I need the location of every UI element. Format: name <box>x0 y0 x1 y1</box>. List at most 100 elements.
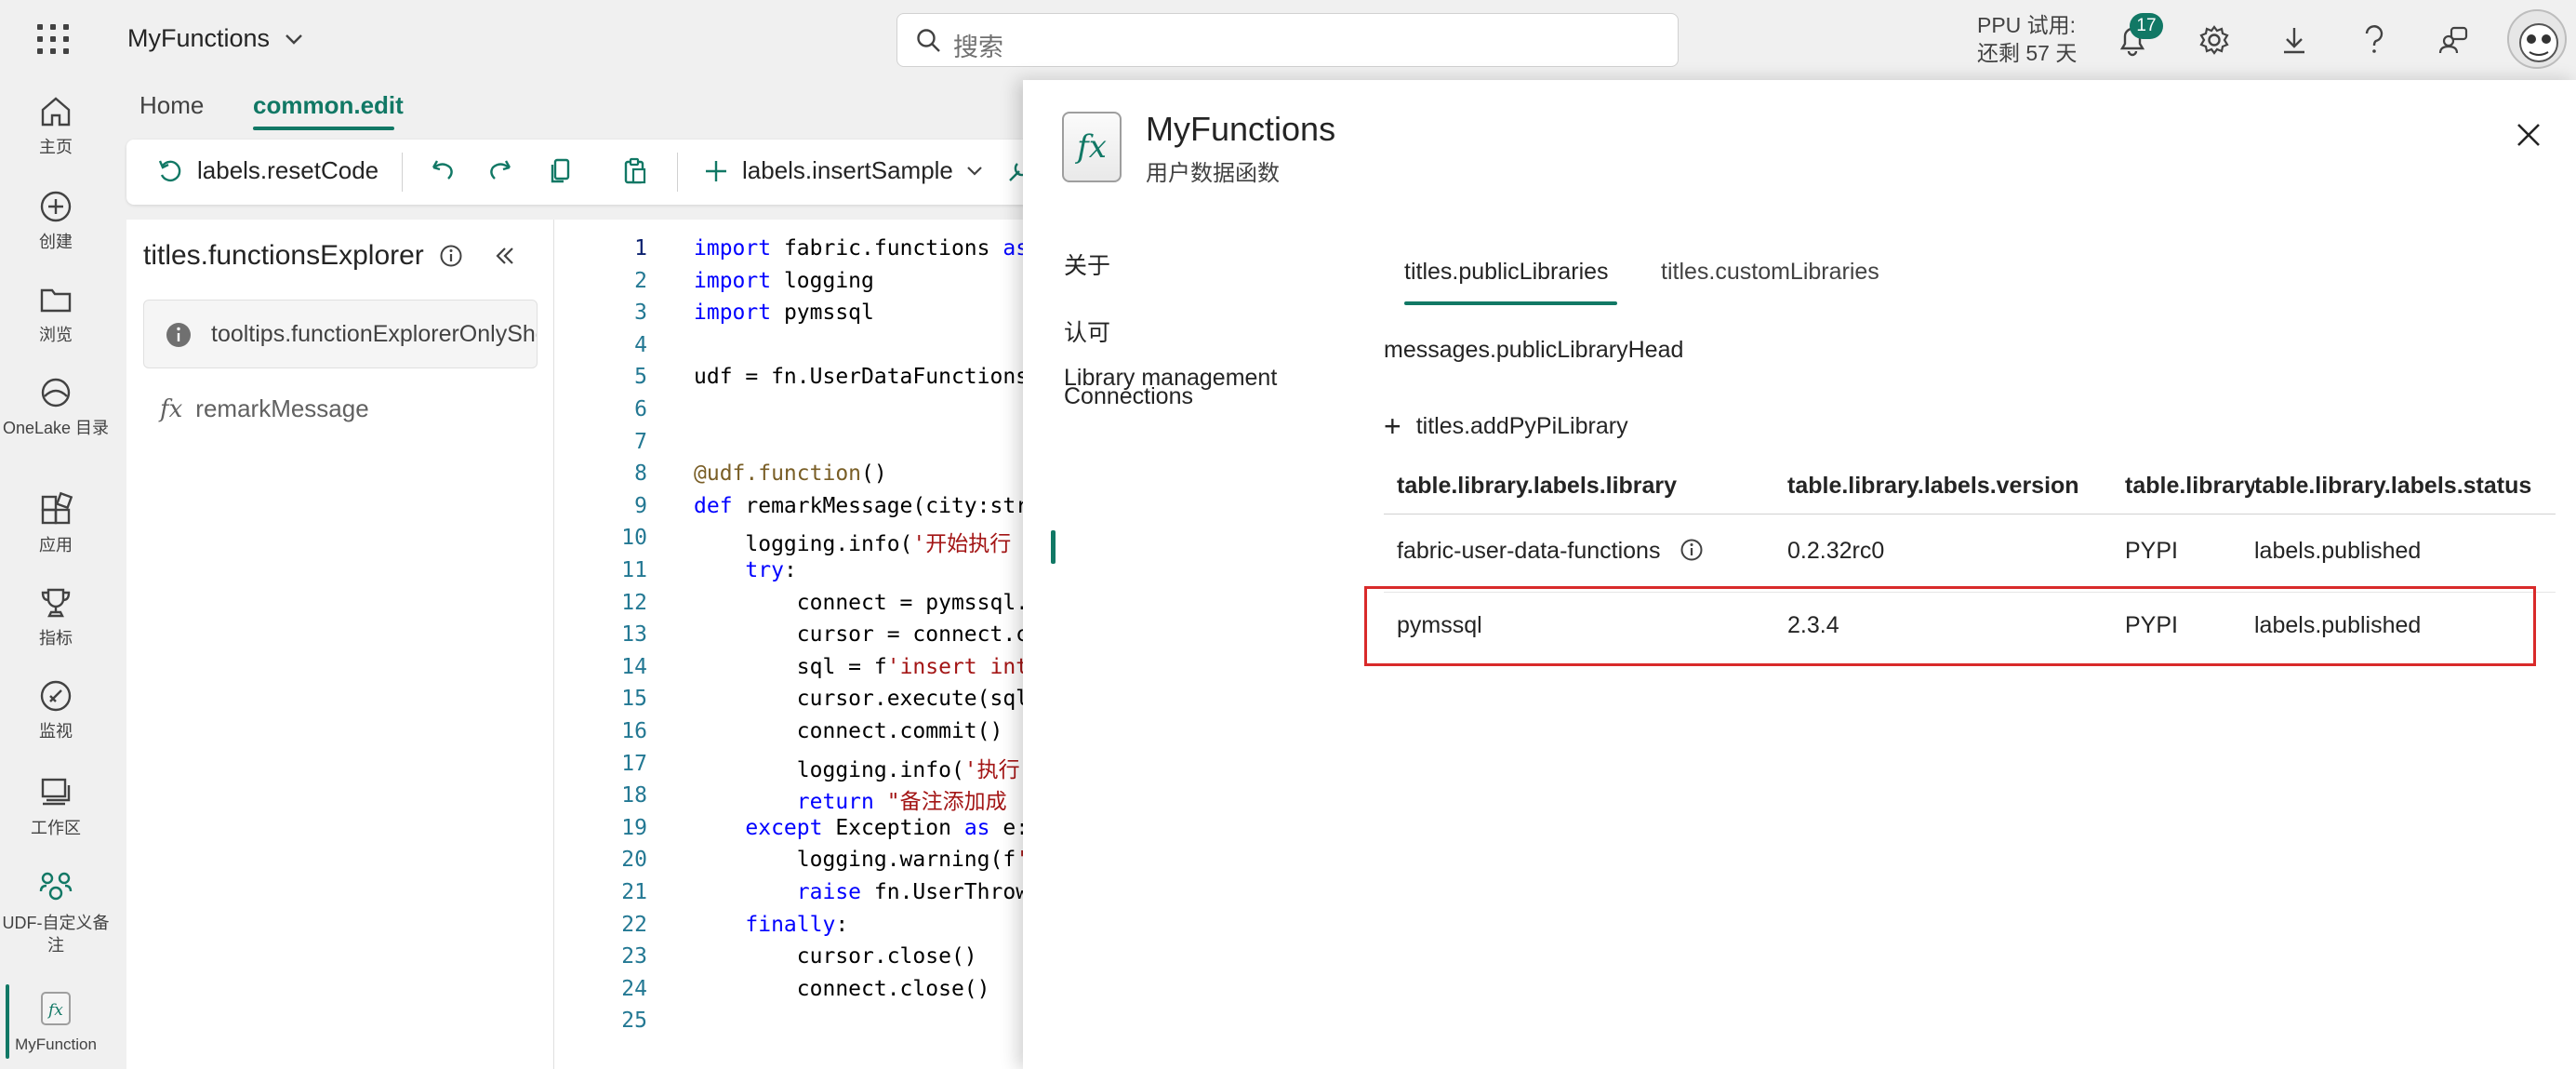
help-icon[interactable] <box>2355 20 2394 60</box>
line-number: 6 <box>634 397 647 421</box>
panel-subtitle: 用户数据函数 <box>1146 161 1280 186</box>
code-editor[interactable]: 1 import fabric.functions as 2 import loggi… <box>554 220 1023 1069</box>
code-line[interactable]: 12 connect = pymssql. <box>554 591 1023 622</box>
redo-button[interactable] <box>487 156 515 184</box>
download-icon[interactable] <box>2275 20 2314 60</box>
code-line[interactable]: 2 import logging <box>554 269 1023 301</box>
code-line[interactable]: 13 cursor = connect.c <box>554 622 1023 654</box>
code-line[interactable]: 24 connect.close() <box>554 977 1023 1009</box>
code-line[interactable]: 17 logging.info('执行 <box>554 752 1023 783</box>
code-line[interactable]: 7 <box>554 430 1023 461</box>
code-line[interactable]: 3 import pymssql <box>554 301 1023 332</box>
column-header-status[interactable]: table.library.labels.status <box>2254 473 2532 500</box>
code-text: return "备注添加成 <box>796 790 1007 815</box>
code-line[interactable]: 1 import fabric.functions as <box>554 236 1023 268</box>
rail-workspaces[interactable]: 工作区 <box>0 774 112 839</box>
undo-button[interactable] <box>428 156 456 184</box>
rail-myfunction[interactable]: fx MyFunction <box>0 990 112 1056</box>
column-header-source[interactable]: table.library.labels.source <box>2125 473 2255 500</box>
tab-public-libraries[interactable]: titles.publicLibraries <box>1404 259 1609 286</box>
code-line[interactable]: 5 udf = fn.UserDataFunctions <box>554 365 1023 396</box>
rail-label: OneLake 目录 <box>2 419 110 437</box>
share-icon[interactable] <box>2435 20 2474 60</box>
highlight-box <box>1364 586 2536 666</box>
insert-sample-button[interactable]: labels.insertSample <box>703 156 983 185</box>
rail-onelake[interactable]: OneLake 目录 <box>0 374 112 439</box>
nav-active-indicator <box>1051 530 1056 564</box>
code-line[interactable]: 4 <box>554 333 1023 365</box>
code-line[interactable]: 8 @udf.function() <box>554 461 1023 493</box>
rail-home[interactable]: 主页 <box>0 93 112 158</box>
function-item[interactable]: fx remarkMessage <box>160 394 369 423</box>
tab-home[interactable]: Home <box>139 91 204 120</box>
close-icon[interactable] <box>2515 121 2543 154</box>
code-line[interactable]: 19 except Exception as e: <box>554 816 1023 848</box>
code-text: raise fn.UserThrow <box>796 880 1023 904</box>
rail-label: 主页 <box>39 138 73 156</box>
collapse-icon[interactable] <box>494 246 516 266</box>
reset-code-button[interactable]: labels.resetCode <box>156 156 378 185</box>
code-text: connect = pymssql. <box>694 590 1023 615</box>
code-line[interactable]: 15 cursor.execute(sql <box>554 687 1023 718</box>
info-icon[interactable] <box>439 244 463 268</box>
code-line[interactable]: 11 try: <box>554 558 1023 590</box>
rail-label: MyFunction <box>15 1036 97 1053</box>
nav-endorsement[interactable]: 认可 <box>1064 314 1110 348</box>
line-number: 22 <box>621 912 647 937</box>
rail-apps[interactable]: 应用 <box>0 491 112 556</box>
public-library-message: messages.publicLibraryHead <box>1384 337 1684 363</box>
line-number: 13 <box>621 622 647 648</box>
top-bar: MyFunctions 搜索 PPU 试用: 还剩 57 天 17 <box>0 0 2576 80</box>
copy-button[interactable] <box>547 156 575 184</box>
function-settings-panel: fx MyFunctions 用户数据函数 关于 认可 Connections … <box>1023 80 2576 1069</box>
waffle-icon[interactable] <box>37 24 74 56</box>
add-pypi-library-button[interactable]: + titles.addPyPiLibrary <box>1384 409 1629 444</box>
tab-edit-underline <box>253 127 394 130</box>
gear-icon[interactable] <box>2195 20 2234 60</box>
code-line[interactable]: 10 logging.info('开始执行 <box>554 526 1023 557</box>
trial-status[interactable]: PPU 试用: 还剩 57 天 <box>1977 11 2077 67</box>
code-line[interactable]: 18 return "备注添加成 <box>554 783 1023 815</box>
code-line[interactable]: 23 cursor.close() <box>554 944 1023 976</box>
workspace-switcher[interactable]: MyFunctions <box>127 24 303 53</box>
line-number: 9 <box>634 493 647 518</box>
column-header-version[interactable]: table.library.labels.version <box>1787 473 2079 500</box>
code-line[interactable]: 14 sql = f'insert int <box>554 655 1023 687</box>
folder-icon <box>40 288 72 313</box>
rail-create[interactable]: 创建 <box>0 188 112 253</box>
code-line[interactable]: 16 connect.commit() <box>554 719 1023 751</box>
code-text: connect.commit() <box>694 719 1003 743</box>
rail-monitor[interactable]: 监视 <box>0 677 112 742</box>
info-icon[interactable] <box>1680 538 1704 562</box>
rail-metrics[interactable]: 指标 <box>0 584 112 649</box>
rail-browse[interactable]: 浏览 <box>0 281 112 346</box>
function-icon: fx <box>41 992 71 1025</box>
create-icon <box>40 191 72 222</box>
code-line[interactable]: 22 finally: <box>554 913 1023 944</box>
code-line[interactable]: 6 <box>554 397 1023 429</box>
trial-label: PPU 试用: <box>1977 13 2077 37</box>
chevron-down-icon <box>285 33 302 45</box>
code-line[interactable]: 25 <box>554 1009 1023 1040</box>
code-text: finally: <box>745 912 849 937</box>
code-line[interactable]: 21 raise fn.UserThrow <box>554 880 1023 912</box>
nav-about[interactable]: 关于 <box>1064 247 1110 281</box>
code-line[interactable]: 20 logging.warning(f' <box>554 848 1023 879</box>
rail-udf-remark[interactable]: UDF-自定义备注 <box>0 869 112 956</box>
column-header-library[interactable]: table.library.labels.library <box>1397 473 1677 500</box>
line-number: 16 <box>621 719 647 743</box>
chevron-down-icon <box>967 166 982 176</box>
code-line[interactable]: 9 def remarkMessage(city:str <box>554 494 1023 526</box>
explorer-tooltip-text: tooltips.functionExplorerOnlyShow <box>211 321 538 347</box>
panel-title: MyFunctions <box>1146 110 1336 148</box>
tab-custom-libraries[interactable]: titles.customLibraries <box>1661 259 1879 286</box>
nav-library-management[interactable]: Library management <box>1064 365 1277 392</box>
function-app-icon: fx <box>1062 112 1122 182</box>
search-box[interactable]: 搜索 <box>896 13 1679 67</box>
avatar[interactable] <box>2507 9 2567 69</box>
paste-button[interactable] <box>621 156 649 184</box>
onelake-icon <box>41 378 71 408</box>
explorer-header: titles.functionsExplorer <box>143 240 516 272</box>
tab-edit[interactable]: common.edit <box>253 91 404 120</box>
code-text: logging.warning(f' <box>694 848 1023 873</box>
